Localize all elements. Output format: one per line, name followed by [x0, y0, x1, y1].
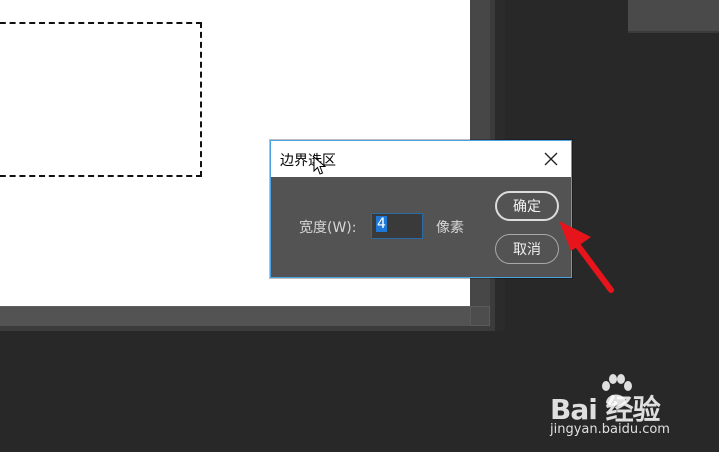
unit-label: 像素 [436, 220, 464, 236]
close-button[interactable] [539, 147, 563, 171]
scrollbar-corner [470, 306, 490, 326]
red-arrow-annotation [559, 221, 614, 293]
baidu-watermark: Bai 经验 jingyan.baidu.com [548, 372, 708, 442]
dialog-title: 边界选区 [280, 153, 336, 169]
width-label: 宽度(W): [299, 220, 357, 236]
width-input-value: 4 [376, 216, 387, 232]
watermark-url: jingyan.baidu.com [550, 422, 670, 437]
top-right-panel [628, 0, 719, 33]
close-icon [544, 152, 558, 166]
ok-button[interactable]: 确定 [495, 191, 559, 221]
horizontal-scrollbar[interactable] [0, 306, 470, 326]
mouse-cursor-icon [313, 156, 327, 175]
cancel-button[interactable]: 取消 [495, 234, 559, 264]
width-input[interactable]: 4 [371, 213, 423, 239]
marquee-selection [0, 22, 202, 177]
